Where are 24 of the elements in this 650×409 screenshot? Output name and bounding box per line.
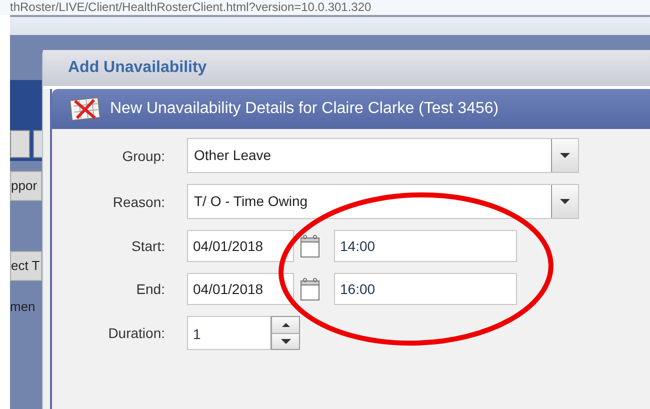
calendar-cross-icon [68, 96, 102, 122]
toolbar-button[interactable] [10, 130, 30, 158]
number-field[interactable]: 1 [187, 316, 271, 350]
field-label: Group: [121, 148, 165, 164]
field-label: End: [135, 281, 165, 297]
date-field[interactable]: 04/01/2018 [187, 273, 294, 305]
field-label: Duration: [107, 325, 165, 341]
spin-up-button[interactable] [272, 317, 299, 332]
time-field[interactable]: 14:00 [334, 230, 517, 262]
spin-down-button[interactable] [272, 332, 299, 349]
field-label: Reason: [112, 194, 165, 210]
panel-title: New Unavailability Details for Claire Clarke (Test 3456) [110, 100, 499, 118]
dialog-title: Add Unavailability [68, 59, 207, 77]
time-field[interactable]: 16:00 [334, 273, 517, 305]
calendar-icon[interactable] [300, 277, 320, 301]
background-text: men [10, 299, 36, 314]
background-button[interactable]: ppor [10, 171, 42, 201]
dropdown-field[interactable]: T/ O - Time Owing [187, 184, 579, 219]
address-url: thRoster/LIVE/Client/HealthRosterClient.html?version=10.0.301.320 [10, 0, 372, 15]
background-button[interactable]: ect T [10, 251, 42, 281]
dropdown-field[interactable]: Other Leave [187, 138, 579, 173]
field-label: Start: [130, 238, 165, 254]
calendar-icon[interactable] [300, 234, 320, 258]
date-field[interactable]: 04/01/2018 [187, 230, 294, 262]
